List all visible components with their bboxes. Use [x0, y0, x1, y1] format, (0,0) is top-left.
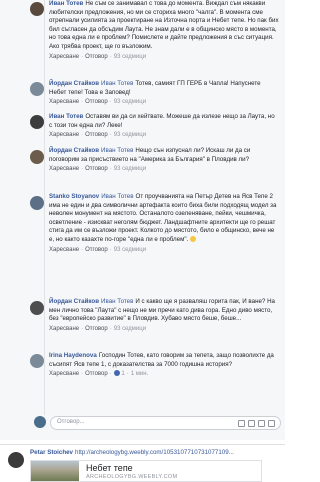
comment-body: Stanko Stoyanov Иван Тотев От проучванията… — [49, 193, 279, 245]
reply-composer: Отговор... — [34, 416, 281, 430]
like-link[interactable]: Харесване — [49, 166, 79, 172]
comment-actions: Харесване · Отговор · 93 седмици — [49, 132, 147, 139]
reply-link[interactable]: Отговор — [85, 54, 108, 60]
timestamp[interactable]: 93 седмици — [114, 166, 146, 172]
comment-text: Не съм се занимавал с това до момента. В… — [49, 0, 279, 50]
comment-body: Иван Тотев Оставям ви да си хейтвате. Мож… — [49, 113, 279, 130]
reply-input-placeholder: Отговор... — [57, 419, 85, 425]
comment-mention[interactable]: Иван Тотев — [101, 193, 133, 200]
comment-body: Irina Haydenova Господин Тотев, като гово… — [49, 352, 279, 369]
comment-body: Йордан Стайков Иван Тотев И с какво ще я р… — [49, 298, 279, 324]
like-link[interactable]: Харесване — [49, 371, 79, 377]
like-reaction-icon[interactable] — [113, 370, 120, 377]
comment-mention[interactable]: Иван Тотев — [101, 80, 133, 87]
comment-thread-view: Иван Тотев Не съм се занимавал с това до … — [0, 0, 285, 482]
camera-icon[interactable] — [248, 420, 255, 427]
timestamp[interactable]: 93 седмици — [114, 132, 146, 138]
reply-link[interactable]: Отговор — [85, 132, 108, 138]
avatar[interactable] — [30, 82, 44, 96]
comment-body: Иван Тотев Не съм се занимавал с това до … — [49, 0, 279, 52]
comment: Йордан Стайков Иван Тотев Тотев, самият ГП… — [49, 80, 279, 106]
comment: Йордан Стайков Иван Тотев И с какво ще я р… — [49, 298, 279, 333]
comment-author[interactable]: Иван Тотев — [49, 0, 83, 7]
reply-thread: Иван Тотев Не съм се занимавал с това до … — [0, 0, 285, 440]
comment-body: Йордан Стайков Иван Тотев Тотев, самият ГП… — [49, 80, 279, 97]
timestamp[interactable]: 93 седмици — [114, 99, 146, 105]
timestamp[interactable]: 93 седмици — [114, 54, 146, 60]
preview-thumbnail — [31, 461, 79, 481]
comment-text: От проучванията на Петър Детев на Ясв Те… — [49, 193, 277, 243]
comment-actions: Харесване · Отговор · 93 седмици — [49, 166, 147, 173]
reply-input[interactable]: Отговор... — [50, 416, 281, 430]
comment-actions: Харесване · Отговор · 93 седмици — [49, 246, 147, 253]
reply-link[interactable]: Отговор — [85, 326, 108, 332]
preview-title: Небет тепе — [86, 463, 133, 473]
timestamp[interactable]: 93 седмици — [114, 326, 146, 332]
comment: Petar Stoichev http://archeologybg.weebly… — [30, 449, 282, 458]
comment: Иван Тотев Оставям ви да си хейтвате. Мож… — [49, 113, 279, 139]
comment: Йордан Стайков Иван Тотев Нещо сън изпусна… — [49, 147, 279, 173]
comment-author[interactable]: Иван Тотев — [49, 113, 83, 120]
comment-actions: Харесване · Отговор · 1 · 1 мин. — [49, 370, 149, 378]
sticker-icon[interactable] — [268, 420, 275, 427]
like-link[interactable]: Харесване — [49, 54, 79, 60]
comment: Stanko Stoyanov Иван Тотев От проучванията… — [49, 193, 279, 254]
gif-icon[interactable] — [258, 420, 265, 427]
comment-link[interactable]: http://archeologybg.weebly.com/105310771… — [75, 449, 234, 456]
like-link[interactable]: Харесване — [49, 99, 79, 105]
link-preview-card[interactable]: Небет тепе ARCHEOLOGYBG.WEEBLY.COM — [30, 460, 262, 482]
comment: Irina Haydenova Господин Тотев, като гово… — [49, 352, 279, 378]
timestamp[interactable]: 1 мин. — [131, 371, 148, 377]
timestamp[interactable]: 93 седмици — [114, 247, 146, 253]
like-link[interactable]: Харесване — [49, 247, 79, 253]
comment-author[interactable]: Stanko Stoyanov — [49, 193, 99, 200]
composer-icons — [235, 420, 275, 429]
like-link[interactable]: Харесване — [49, 326, 79, 332]
comment-author[interactable]: Йордан Стайков — [49, 298, 99, 305]
reply-link[interactable]: Отговор — [85, 371, 108, 377]
comment-actions: Харесване · Отговор · 93 седмици — [49, 325, 147, 332]
comment-author[interactable]: Йордан Стайков — [49, 80, 99, 87]
reply-link[interactable]: Отговор — [85, 99, 108, 105]
avatar[interactable] — [30, 2, 44, 16]
avatar[interactable] — [30, 301, 44, 315]
comment-actions: Харесване · Отговор · 93 седмици — [49, 99, 147, 106]
smile-emoji-icon — [190, 235, 196, 242]
comment-mention[interactable]: Иван Тотев — [101, 298, 133, 305]
reply-link[interactable]: Отговор — [85, 166, 108, 172]
comment-author[interactable]: Petar Stoichev — [30, 449, 73, 456]
comment-author[interactable]: Irina Haydenova — [49, 352, 97, 359]
comment-body: Йордан Стайков Иван Тотев Нещо сън изпусна… — [49, 147, 279, 164]
reaction-count[interactable]: 1 — [121, 371, 124, 377]
comment-actions: Харесване · Отговор · 93 седмици — [49, 53, 147, 60]
divider — [0, 444, 285, 445]
avatar[interactable] — [30, 196, 44, 210]
reply-link[interactable]: Отговор — [85, 247, 108, 253]
avatar[interactable] — [30, 354, 44, 368]
avatar[interactable] — [30, 115, 44, 129]
preview-domain: ARCHEOLOGYBG.WEEBLY.COM — [86, 474, 178, 480]
avatar[interactable] — [30, 150, 44, 164]
avatar[interactable] — [8, 452, 24, 468]
comment: Иван Тотев Не съм се занимавал с това до … — [49, 0, 279, 61]
thread-line — [44, 0, 45, 415]
like-link[interactable]: Харесване — [49, 132, 79, 138]
avatar — [34, 416, 46, 428]
emoji-icon[interactable] — [238, 420, 245, 427]
comment-author[interactable]: Йордан Стайков — [49, 147, 99, 154]
comment-body: Petar Stoichev http://archeologybg.weebly… — [30, 449, 282, 458]
comment-mention[interactable]: Иван Тотев — [101, 147, 133, 154]
